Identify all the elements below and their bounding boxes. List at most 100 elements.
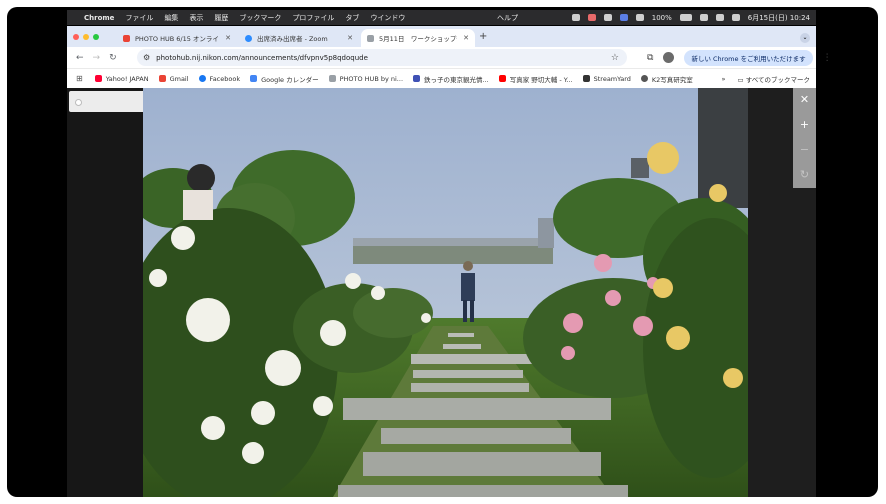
close-window-button[interactable] xyxy=(73,34,79,40)
apps-grid-icon[interactable]: ⊞ xyxy=(76,74,83,83)
chrome-menu-icon[interactable]: ⋮ xyxy=(823,53,832,63)
menu-bookmarks[interactable]: ブックマーク xyxy=(239,13,281,23)
bookmark-facebook[interactable]: Facebook xyxy=(198,74,241,83)
viewer-toggle-panel[interactable] xyxy=(69,91,147,112)
extensions-icon[interactable]: ⧉ xyxy=(647,53,653,63)
youtube-icon xyxy=(498,75,506,82)
photohub-icon xyxy=(328,75,336,82)
site-info-icon[interactable]: ⚙ xyxy=(143,53,150,62)
bookmark-streamyard[interactable]: StreamYard xyxy=(582,74,631,83)
zoom-out-button[interactable]: − xyxy=(793,138,816,162)
tab-search-button[interactable]: ⌄ xyxy=(800,33,810,43)
status-app-icon[interactable] xyxy=(571,14,580,21)
tab-title: 出席済み出席者 - Zoom xyxy=(257,35,328,43)
bookmark-label: Facebook xyxy=(209,74,241,83)
bookmark-label: PHOTO HUB by ni... xyxy=(339,74,404,83)
viewer-left-panel xyxy=(67,88,147,497)
address-bar[interactable]: ⚙ photohub.nij.nikon.com/announcements/d… xyxy=(137,49,627,66)
menu-edit[interactable]: 編集 xyxy=(164,13,178,23)
tab-zoom[interactable]: 出席済み出席者 - Zoom ✕ xyxy=(239,29,359,47)
photo-viewer: ✕ + − ↻ xyxy=(67,88,816,497)
menu-tab[interactable]: タブ xyxy=(345,13,359,23)
bookmark-google-calendar[interactable]: Google カレンダー xyxy=(250,74,319,84)
window-controls xyxy=(73,34,99,40)
rose-garden-photo[interactable] xyxy=(143,88,748,497)
bookmark-yahoo[interactable]: Yahoo! JAPAN xyxy=(94,74,149,83)
update-chrome-button[interactable]: 新しい Chrome をご利用いただけます xyxy=(684,49,813,66)
rotate-button[interactable]: ↻ xyxy=(793,163,816,187)
zoom-window-button[interactable] xyxy=(93,34,99,40)
reload-icon[interactable]: ↻ xyxy=(109,53,117,63)
bookmark-label: Google カレンダー xyxy=(261,75,319,84)
bookmark-photo-hub[interactable]: PHOTO HUB by ni... xyxy=(328,74,404,83)
all-bookmarks-label: すべてのブックマーク xyxy=(745,75,810,84)
browser-window: PHOTO HUB 6/15 オンライ ✕ 出席済み出席者 - Zoom ✕ 5… xyxy=(67,26,832,88)
gmail-icon xyxy=(158,75,166,82)
toggle-dot-icon[interactable] xyxy=(75,99,82,106)
back-icon[interactable]: ← xyxy=(76,53,84,63)
battery-percent: 100% xyxy=(651,13,672,22)
menu-view[interactable]: 表示 xyxy=(189,13,203,23)
bookmarks-right: » ▭ すべてのブックマーク xyxy=(721,74,810,84)
close-tab-icon[interactable]: ✕ xyxy=(463,34,469,42)
tab-strip: PHOTO HUB 6/15 オンライ ✕ 出席済み出席者 - Zoom ✕ 5… xyxy=(67,26,816,47)
blog-icon xyxy=(413,75,421,82)
bookmark-label: 鉄っ子の東京観光情... xyxy=(424,75,489,84)
minimize-window-button[interactable] xyxy=(83,34,89,40)
zoom-in-button[interactable]: + xyxy=(793,113,816,137)
tab-workshop[interactable]: 5月11日 ワークショップ作品 ✕ xyxy=(361,29,475,47)
bookmark-k2-lab[interactable]: K2写真研究室 xyxy=(640,74,693,84)
menu-window[interactable]: ウインドウ xyxy=(370,13,405,23)
forward-icon[interactable]: → xyxy=(93,53,101,63)
status-heart-icon[interactable] xyxy=(587,14,596,21)
menu-clock[interactable]: 6月15日(日) 10:24 xyxy=(748,13,810,23)
bookmark-star-icon[interactable]: ☆ xyxy=(611,53,619,63)
bookmark-youtube-photographer[interactable]: 写真家 野切大輔 - Y... xyxy=(498,74,573,84)
status-cast-icon[interactable] xyxy=(603,14,612,21)
calendar-icon xyxy=(250,75,258,82)
tab-photo-hub[interactable]: PHOTO HUB 6/15 オンライ ✕ xyxy=(117,29,237,47)
viewer-controls: ✕ + − ↻ xyxy=(793,88,816,188)
bookmarks-bar: ⊞ Yahoo! JAPAN Gmail Facebook Google カレン… xyxy=(67,68,816,88)
control-center-icon[interactable] xyxy=(731,14,740,21)
battery-icon[interactable] xyxy=(679,14,692,21)
status-clock-icon[interactable] xyxy=(635,14,644,21)
bookmark-label: Yahoo! JAPAN xyxy=(105,74,149,83)
bookmark-label: StreamYard xyxy=(593,74,631,83)
close-viewer-button[interactable]: ✕ xyxy=(793,88,816,112)
more-bookmarks-button[interactable]: » xyxy=(721,75,725,83)
profile-avatar[interactable] xyxy=(663,52,675,63)
menu-app-chrome[interactable]: Chrome xyxy=(84,14,114,22)
bookmark-label: 写真家 野切大輔 - Y... xyxy=(509,75,573,84)
macos-menu-bar: Chrome ファイル 編集 表示 履歴 ブックマーク プロファイル タブ ウイ… xyxy=(67,10,816,25)
screen: Chrome ファイル 編集 表示 履歴 ブックマーク プロファイル タブ ウイ… xyxy=(7,7,878,497)
globe-icon xyxy=(640,75,648,82)
all-bookmarks-folder[interactable]: ▭ すべてのブックマーク xyxy=(737,74,810,84)
toolbar-right: ⧉ 新しい Chrome をご利用いただけます ⋮ xyxy=(647,49,832,66)
yahoo-icon xyxy=(94,75,102,82)
streamyard-icon xyxy=(582,75,590,82)
menu-file[interactable]: ファイル xyxy=(125,13,153,23)
folder-icon: ▭ xyxy=(737,75,744,84)
menu-help[interactable]: ヘルプ xyxy=(497,13,518,23)
spotlight-icon[interactable] xyxy=(715,14,724,21)
bookmark-label: Gmail xyxy=(169,74,189,83)
photohub-favicon-icon xyxy=(367,34,374,42)
tab-title: 5月11日 ワークショップ作品 xyxy=(379,35,457,43)
status-input-icon[interactable] xyxy=(619,14,628,21)
browser-toolbar: ← → ↻ ⚙ photohub.nij.nikon.com/announcem… xyxy=(67,47,832,68)
wifi-icon[interactable] xyxy=(699,14,708,21)
rose-garden-image xyxy=(143,88,748,497)
bookmark-gmail[interactable]: Gmail xyxy=(158,74,189,83)
tab-title: PHOTO HUB 6/15 オンライ xyxy=(135,35,219,43)
close-tab-icon[interactable]: ✕ xyxy=(225,34,231,42)
menu-profiles[interactable]: プロファイル xyxy=(292,13,334,23)
gmail-favicon-icon xyxy=(123,34,130,42)
zoom-favicon-icon xyxy=(245,34,252,42)
url-text[interactable]: photohub.nij.nikon.com/announcements/dfv… xyxy=(156,54,368,62)
bookmark-label: K2写真研究室 xyxy=(651,75,693,84)
bookmark-tokyo-sightseeing[interactable]: 鉄っ子の東京観光情... xyxy=(413,74,489,84)
close-tab-icon[interactable]: ✕ xyxy=(347,34,353,42)
new-tab-button[interactable]: + xyxy=(479,31,487,42)
menu-history[interactable]: 履歴 xyxy=(214,13,228,23)
